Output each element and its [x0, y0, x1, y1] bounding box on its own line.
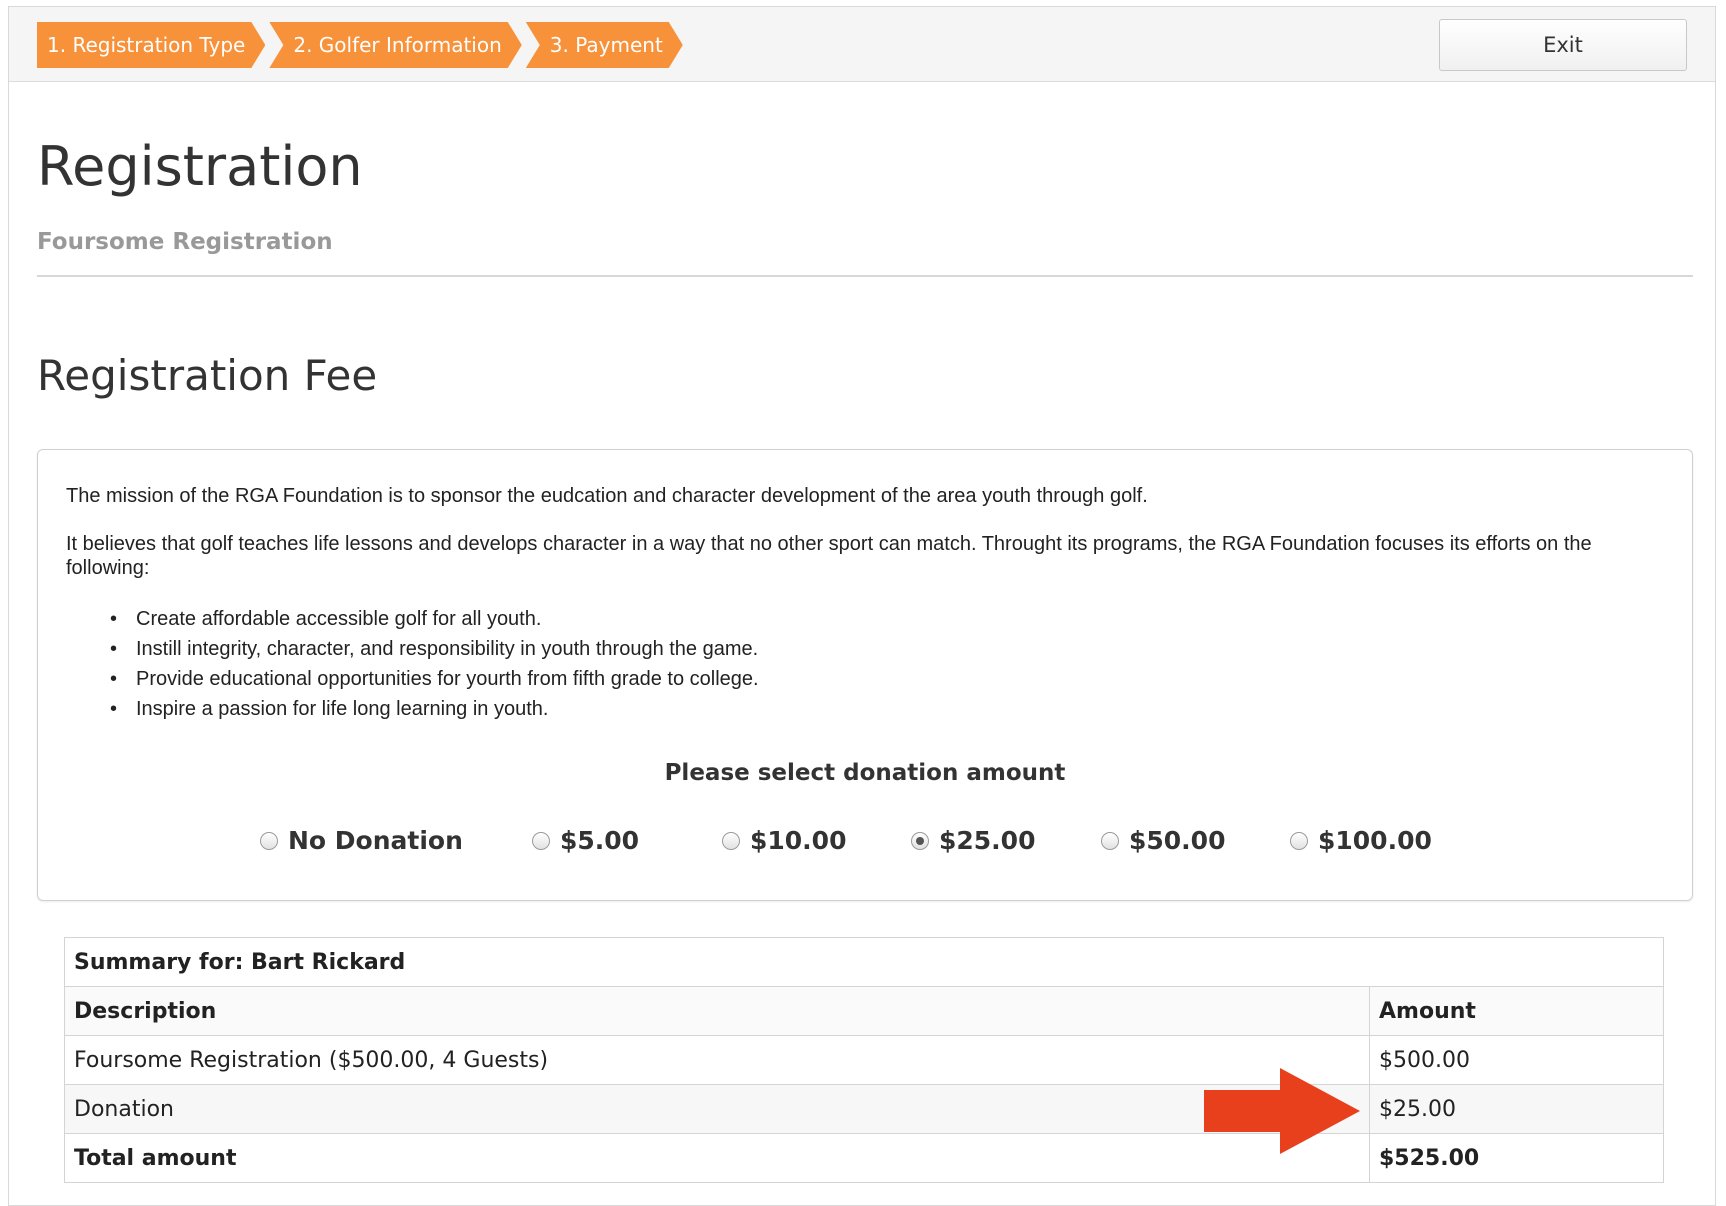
- total-amount: $525.00: [1369, 1133, 1664, 1183]
- row-description: Foursome Registration ($500.00, 4 Guests…: [64, 1035, 1370, 1085]
- donation-option-25[interactable]: $25.00: [911, 826, 1035, 855]
- list-item: • Inspire a passion for life long learnin…: [110, 698, 549, 720]
- row-amount: $25.00: [1369, 1084, 1664, 1134]
- mission-bullet-list: • Create affordable accessible golf for a…: [66, 604, 759, 724]
- radio-button[interactable]: [260, 831, 278, 850]
- radio-label: No Donation: [288, 826, 463, 855]
- summary-caption: Summary for: Bart Rickard: [64, 937, 1664, 987]
- list-item: • Create affordable accessible golf for a…: [110, 608, 542, 630]
- radio-label: $5.00: [560, 826, 640, 855]
- total-label: Total amount: [64, 1133, 1370, 1183]
- list-item: • Provide educational opportunities for y…: [110, 668, 759, 690]
- section-title: Registration Fee: [37, 351, 378, 400]
- donation-option-10[interactable]: $10.00: [722, 826, 846, 855]
- column-header-description: Description: [64, 986, 1370, 1036]
- page-title: Registration: [37, 135, 363, 198]
- donation-option-100[interactable]: $100.00: [1290, 826, 1432, 855]
- donation-option-5[interactable]: $5.00: [532, 826, 639, 855]
- top-bar: 1. Registration Type 2. Golfer Informati…: [9, 7, 1715, 82]
- summary-table: Summary for: Bart Rickard Description Am…: [64, 937, 1664, 1183]
- radio-button[interactable]: [722, 831, 740, 850]
- donation-info-panel: The mission of the RGA Foundation is to …: [37, 449, 1693, 901]
- radio-label: $25.00: [939, 826, 1036, 855]
- progress-steps: 1. Registration Type 2. Golfer Informati…: [37, 22, 687, 68]
- table-row: Donation $25.00: [64, 1084, 1664, 1134]
- donation-option-none[interactable]: No Donation: [260, 826, 463, 855]
- donation-prompt: Please select donation amount: [664, 760, 1066, 786]
- step-payment[interactable]: 3. Payment: [526, 22, 683, 68]
- row-description: Donation: [64, 1084, 1370, 1134]
- page-subtitle: Foursome Registration: [37, 229, 333, 255]
- annotation-arrow-icon: [1204, 1068, 1360, 1154]
- radio-label: $10.00: [750, 826, 847, 855]
- radio-button[interactable]: [532, 831, 550, 850]
- table-total-row: Total amount $525.00: [64, 1133, 1664, 1183]
- radio-label: $100.00: [1318, 826, 1432, 855]
- table-header-row: Description Amount: [64, 986, 1664, 1036]
- column-header-amount: Amount: [1369, 986, 1664, 1036]
- list-item: • Instill integrity, character, and respo…: [110, 638, 759, 660]
- radio-label: $50.00: [1129, 826, 1226, 855]
- step-golfer-information[interactable]: 2. Golfer Information: [269, 22, 521, 68]
- row-amount: $500.00: [1369, 1035, 1664, 1085]
- radio-button-selected[interactable]: [911, 831, 929, 850]
- radio-button[interactable]: [1290, 831, 1308, 850]
- table-caption-row: Summary for: Bart Rickard: [64, 937, 1664, 987]
- table-row: Foursome Registration ($500.00, 4 Guests…: [64, 1035, 1664, 1085]
- header-divider: [37, 275, 1693, 277]
- exit-button[interactable]: Exit: [1439, 19, 1687, 71]
- registration-page: 1. Registration Type 2. Golfer Informati…: [8, 6, 1716, 1206]
- step-registration-type[interactable]: 1. Registration Type: [37, 22, 265, 68]
- mission-paragraph: The mission of the RGA Foundation is to …: [66, 485, 1148, 507]
- radio-button[interactable]: [1101, 831, 1119, 850]
- mission-paragraph-2: It believes that golf teaches life lesso…: [66, 533, 1592, 579]
- donation-option-50[interactable]: $50.00: [1101, 826, 1225, 855]
